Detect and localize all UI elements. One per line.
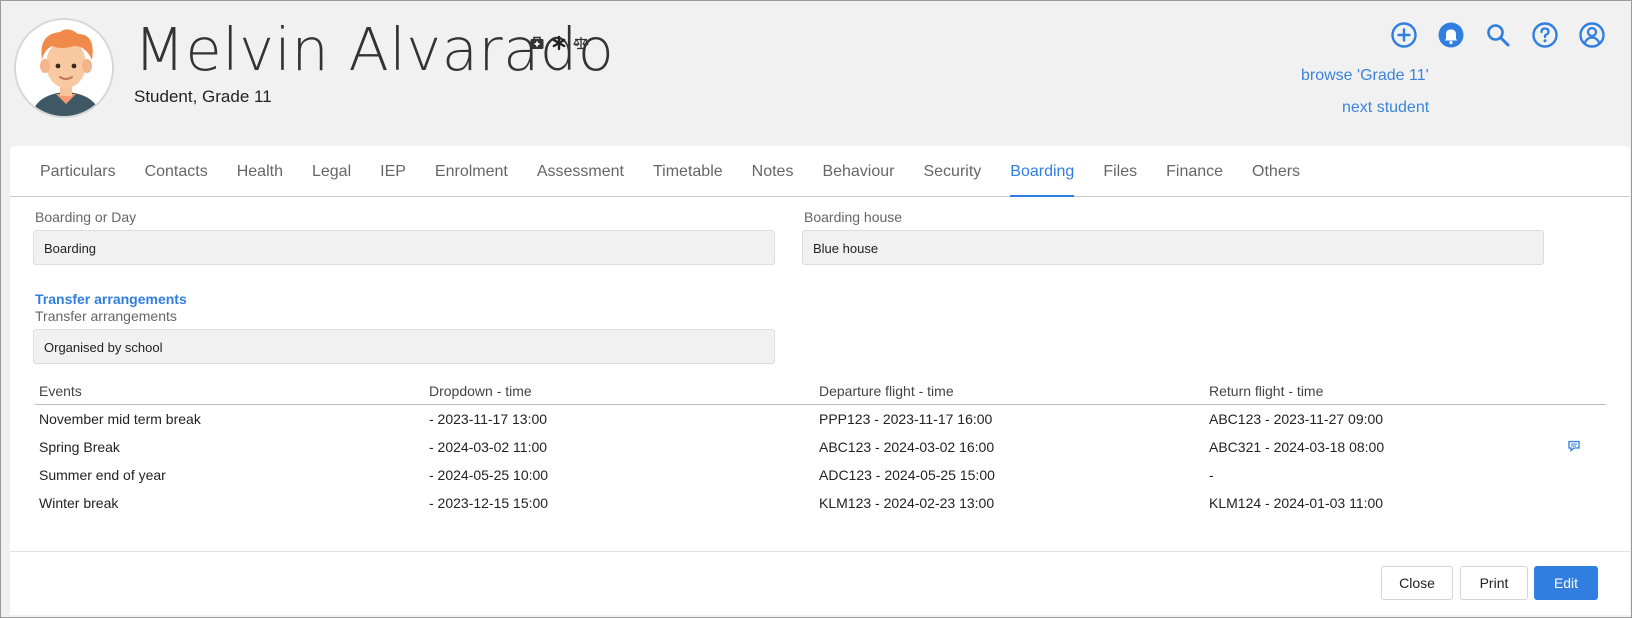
tab-assessment[interactable]: Assessment xyxy=(537,146,624,197)
plus-circle-icon[interactable] xyxy=(1390,21,1418,49)
boarding-house-field: Blue house xyxy=(802,230,1544,265)
dropdown-time-cell: - 2023-12-15 15:00 xyxy=(429,494,549,511)
tab-notes[interactable]: Notes xyxy=(752,146,794,197)
table-row[interactable]: November mid term break - 2023-11-17 13:… xyxy=(35,405,1606,433)
transfer-arrangements-field: Organised by school xyxy=(33,329,775,364)
table-header-row: Events Dropdown - time Departure flight … xyxy=(35,377,1606,405)
search-icon[interactable] xyxy=(1484,21,1512,49)
transfer-arrangements-label: Transfer arrangements xyxy=(35,308,177,324)
event-name-cell: Winter break xyxy=(39,494,119,511)
browse-grade-link[interactable]: browse 'Grade 11' xyxy=(1301,67,1429,85)
medical-kit-icon[interactable] xyxy=(529,35,545,51)
edit-button[interactable]: Edit xyxy=(1534,566,1598,600)
event-name-cell: Spring Break xyxy=(39,438,120,455)
help-icon[interactable] xyxy=(1531,21,1559,49)
boarding-house-label: Boarding house xyxy=(804,209,903,225)
transfer-arrangements-heading[interactable]: Transfer arrangements xyxy=(35,291,187,307)
table-row[interactable]: Spring Break - 2024-03-02 11:00 ABC123 -… xyxy=(35,433,1606,461)
tab-particulars[interactable]: Particulars xyxy=(40,146,116,197)
tab-legal[interactable]: Legal xyxy=(312,146,351,197)
column-header-dropdown-time: Dropdown - time xyxy=(425,377,815,405)
event-name-cell: Summer end of year xyxy=(39,466,166,483)
user-circle-icon[interactable] xyxy=(1578,21,1606,49)
return-flight-cell: - xyxy=(1209,466,1214,483)
tab-behaviour[interactable]: Behaviour xyxy=(822,146,894,197)
tab-health[interactable]: Health xyxy=(237,146,283,197)
profile-header: Melvin Alvarado Student, Grade 11 browse… xyxy=(1,1,1631,146)
dropdown-time-cell: - 2023-11-17 13:00 xyxy=(429,410,548,427)
events-table: Events Dropdown - time Departure flight … xyxy=(35,377,1606,517)
departure-flight-cell: ADC123 - 2024-05-25 15:00 xyxy=(819,466,995,483)
record-tabs: Particulars Contacts Health Legal IEP Enrolme… xyxy=(10,146,1630,197)
departure-flight-cell: PPP123 - 2023-11-17 16:00 xyxy=(819,410,993,427)
return-flight-value: ABC321 - 2024-03-18 08:00 xyxy=(1209,438,1385,455)
dropdown-time-cell: - 2024-05-25 10:00 xyxy=(429,466,549,483)
print-button[interactable]: Print xyxy=(1460,566,1528,600)
tab-security[interactable]: Security xyxy=(923,146,981,197)
column-header-departure-flight: Departure flight - time xyxy=(815,377,1205,405)
bell-icon[interactable] xyxy=(1437,21,1465,49)
next-student-link[interactable]: next student xyxy=(1342,99,1429,117)
tab-others[interactable]: Others xyxy=(1252,146,1300,197)
column-header-events: Events xyxy=(35,377,425,405)
table-row[interactable]: Winter break - 2023-12-15 15:00 KLM123 -… xyxy=(35,489,1606,517)
student-avatar xyxy=(14,18,114,118)
tab-enrolment[interactable]: Enrolment xyxy=(435,146,508,197)
status-icons xyxy=(529,35,589,51)
tab-files[interactable]: Files xyxy=(1103,146,1137,197)
table-row[interactable]: Summer end of year - 2024-05-25 10:00 AD… xyxy=(35,461,1606,489)
return-flight-cell: ABC321 - 2024-03-18 08:00 xyxy=(1205,433,1606,461)
boarding-or-day-field: Boarding xyxy=(33,230,775,265)
tab-contacts[interactable]: Contacts xyxy=(145,146,208,197)
scales-icon[interactable] xyxy=(573,35,589,51)
dropdown-time-cell: - 2024-03-02 11:00 xyxy=(429,438,548,455)
departure-flight-cell: KLM123 - 2024-02-23 13:00 xyxy=(819,494,995,511)
tab-boarding[interactable]: Boarding xyxy=(1010,146,1075,197)
student-subtitle: Student, Grade 11 xyxy=(134,87,272,106)
footer-divider xyxy=(10,551,1630,552)
return-flight-cell: KLM124 - 2024-01-03 11:00 xyxy=(1209,494,1384,511)
tab-finance[interactable]: Finance xyxy=(1166,146,1223,197)
comment-icon[interactable] xyxy=(1568,439,1580,452)
tab-timetable[interactable]: Timetable xyxy=(653,146,723,197)
tab-iep[interactable]: IEP xyxy=(380,146,406,197)
column-header-return-flight: Return flight - time xyxy=(1205,377,1606,405)
asterisk-icon[interactable] xyxy=(551,35,567,51)
return-flight-cell: ABC123 - 2023-11-27 09:00 xyxy=(1209,410,1384,427)
student-record-card: Particulars Contacts Health Legal IEP Enrolme… xyxy=(10,146,1630,615)
departure-flight-cell: ABC123 - 2024-03-02 16:00 xyxy=(819,438,995,455)
top-action-bar xyxy=(1390,21,1606,49)
boarding-or-day-label: Boarding or Day xyxy=(35,209,137,225)
event-name-cell: November mid term break xyxy=(39,410,201,427)
close-button[interactable]: Close xyxy=(1381,566,1453,600)
